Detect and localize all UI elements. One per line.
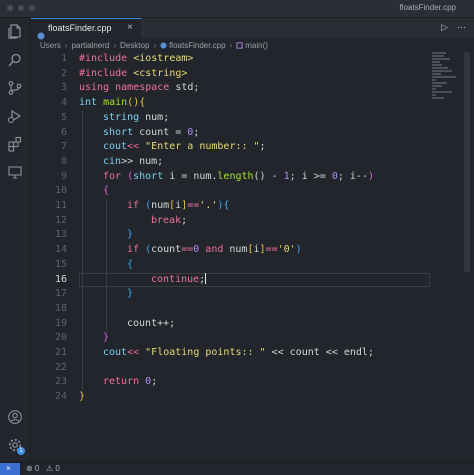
code-line: for (short i = num.length() - 1; i >= 0;…	[103, 170, 374, 182]
code-line: }	[79, 391, 86, 403]
line-number: 13	[54, 229, 67, 241]
tab-label: floatsFinder.cpp	[48, 23, 112, 33]
text-cursor	[205, 273, 207, 284]
line-number: 6	[60, 126, 67, 138]
line-number: 3	[60, 82, 67, 94]
chevron-right-icon: ›	[153, 40, 157, 50]
code-line: cout<< "Floating points:: " << count << …	[103, 347, 374, 358]
minimize-window-button[interactable]	[18, 5, 24, 11]
source-control-icon[interactable]	[7, 80, 23, 96]
status-bar: × ⊗ 0 ⚠ 0	[0, 462, 474, 475]
minimap[interactable]	[432, 52, 458, 112]
warnings-count[interactable]: ⚠ 0	[46, 463, 60, 475]
tab-bar: floatsFinder.cpp × ▷ ⋯	[31, 18, 474, 40]
code-line: #include <cstring>	[79, 67, 188, 79]
code-line: short count = 0;	[103, 126, 200, 138]
remote-explorer-icon[interactable]	[7, 164, 23, 180]
title-bar: floatsFinder.cpp	[0, 0, 474, 18]
line-number: 7	[60, 141, 67, 153]
close-window-button[interactable]	[7, 5, 13, 11]
chevron-right-icon: ›	[229, 40, 233, 50]
code-line: cin>> num;	[103, 155, 164, 167]
code-line: count++;	[127, 317, 176, 329]
run-icon[interactable]: ▷	[441, 22, 448, 33]
code-line: string num;	[103, 111, 170, 123]
indent-guide	[82, 111, 83, 390]
line-number: 19	[54, 317, 67, 329]
function-icon	[236, 41, 243, 49]
line-number: 18	[54, 302, 67, 314]
breadcrumb-item[interactable]: Users	[40, 41, 61, 50]
breadcrumb-item[interactable]: partialnerd	[72, 41, 110, 50]
tab-floatsfinder[interactable]: floatsFinder.cpp ×	[31, 18, 141, 40]
code-line: int main(){	[79, 97, 146, 109]
code-line: using namespace std;	[79, 82, 200, 94]
line-number: 11	[54, 200, 67, 211]
code-line: cout<< "Enter a number:: ";	[103, 141, 266, 153]
activity-bar	[0, 18, 31, 462]
cpp-file-icon	[160, 41, 167, 49]
editor-actions: ▷ ⋯	[441, 22, 466, 33]
cpp-file-icon	[37, 25, 45, 40]
breadcrumb-item[interactable]: main()	[245, 41, 268, 50]
line-number: 15	[54, 258, 67, 270]
line-number: 23	[54, 376, 67, 388]
line-number: 21	[54, 347, 67, 358]
code-line: }	[127, 288, 134, 300]
window-controls[interactable]	[7, 5, 35, 11]
line-number: 10	[54, 185, 67, 197]
vertical-scrollbar[interactable]	[464, 52, 470, 272]
breadcrumb-item[interactable]: floatsFinder.cpp	[169, 41, 225, 50]
run-debug-icon[interactable]	[7, 108, 23, 124]
line-number: 8	[60, 155, 67, 167]
settings-update-badge: 1	[17, 447, 25, 455]
code-line: return 0;	[103, 376, 158, 388]
line-number: 5	[60, 111, 67, 123]
errors-count[interactable]: ⊗ 0	[26, 463, 39, 475]
code-line: }	[103, 332, 110, 344]
code-line: if (num[i]=='.'){	[127, 200, 230, 211]
line-number: 2	[60, 67, 67, 79]
breadcrumb: Users › partialnerd › Desktop › floatsFinde…	[40, 39, 268, 51]
more-actions-icon[interactable]: ⋯	[457, 22, 466, 33]
remote-indicator-button[interactable]: ×	[0, 463, 20, 475]
line-number: 24	[54, 391, 67, 403]
tab-close-icon[interactable]: ×	[127, 22, 133, 33]
search-icon[interactable]	[7, 52, 23, 68]
explorer-icon[interactable]	[7, 23, 23, 39]
line-number: 17	[54, 288, 67, 300]
line-number: 14	[54, 244, 67, 256]
code-line: {	[127, 258, 134, 270]
code-editor[interactable]: 1 2 3 4 5 6 7 8 9 10 11 12 13 14 15 16 1…	[31, 52, 461, 458]
line-number: 1	[60, 53, 67, 64]
code-line: }	[127, 229, 134, 241]
current-line-highlight	[79, 272, 430, 288]
maximize-window-button[interactable]	[29, 5, 35, 11]
indent-guide	[106, 199, 107, 331]
code-line: if (count==0 and num[i]=='0')	[127, 244, 302, 256]
code-line-active: continue;	[151, 273, 207, 285]
line-number: 12	[54, 214, 67, 226]
code-line: #include <iostream>	[79, 53, 194, 64]
line-number: 22	[54, 361, 67, 373]
chevron-right-icon: ›	[64, 40, 68, 50]
line-number: 4	[60, 97, 67, 109]
line-number: 20	[54, 332, 67, 344]
code-line: break;	[151, 214, 188, 226]
breadcrumb-item[interactable]: Desktop	[120, 41, 149, 50]
code-line: {	[103, 185, 110, 197]
chevron-right-icon: ›	[113, 40, 117, 50]
line-number: 9	[60, 170, 67, 182]
line-number-active: 16	[54, 273, 67, 285]
account-icon[interactable]	[7, 409, 23, 425]
extensions-icon[interactable]	[7, 136, 23, 152]
window-title: floatsFinder.cpp	[399, 3, 456, 12]
